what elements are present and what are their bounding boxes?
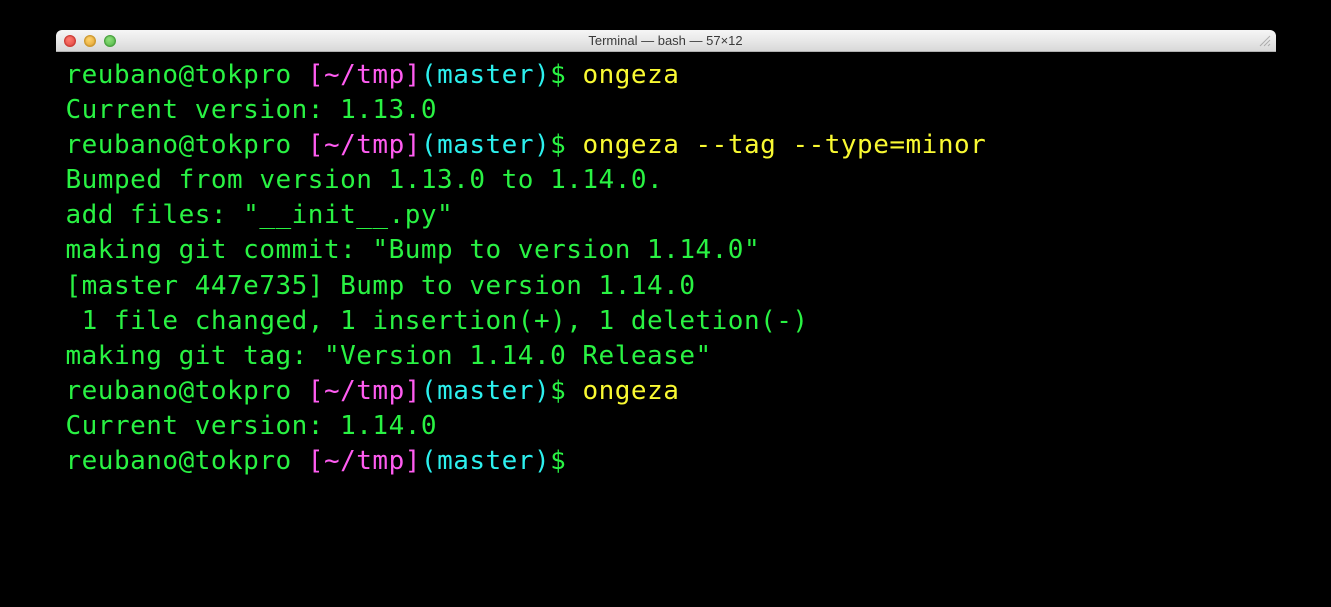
prompt-branch: master — [437, 376, 534, 406]
terminal-line: reubano@tokpro [~/tmp](master)$ — [66, 444, 1266, 479]
window-title: Terminal — bash — 57×12 — [56, 33, 1276, 48]
prompt-branch-close: ) — [534, 446, 550, 476]
prompt-bracket-open: [ — [292, 446, 324, 476]
prompt-bracket-open: [ — [292, 376, 324, 406]
traffic-lights — [64, 35, 116, 47]
close-icon[interactable] — [64, 35, 76, 47]
prompt-user-host: reubano@tokpro — [66, 376, 292, 406]
prompt-branch: master — [437, 446, 534, 476]
output-line: [master 447e735] Bump to version 1.14.0 — [66, 269, 1266, 304]
output-line: add files: "__init__.py" — [66, 198, 1266, 233]
prompt-dollar: $ — [550, 130, 582, 160]
prompt-branch: master — [437, 60, 534, 90]
prompt-bracket-open: [ — [292, 130, 324, 160]
prompt-dollar: $ — [550, 60, 582, 90]
prompt-branch-open: ( — [421, 130, 437, 160]
prompt-branch-close: ) — [534, 376, 550, 406]
output-line: making git commit: "Bump to version 1.14… — [66, 233, 1266, 268]
prompt-path: ~/tmp — [324, 60, 405, 90]
output-line: making git tag: "Version 1.14.0 Release" — [66, 339, 1266, 374]
prompt-branch: master — [437, 130, 534, 160]
terminal-body[interactable]: reubano@tokpro [~/tmp](master)$ ongezaCu… — [56, 52, 1276, 509]
prompt-bracket-close: ] — [405, 446, 421, 476]
prompt-branch-close: ) — [534, 130, 550, 160]
prompt-bracket-close: ] — [405, 60, 421, 90]
terminal-line: reubano@tokpro [~/tmp](master)$ ongeza — [66, 374, 1266, 409]
terminal-line: reubano@tokpro [~/tmp](master)$ ongeza -… — [66, 128, 1266, 163]
prompt-branch-open: ( — [421, 376, 437, 406]
prompt-path: ~/tmp — [324, 446, 405, 476]
terminal-line: reubano@tokpro [~/tmp](master)$ ongeza — [66, 58, 1266, 93]
command-text: ongeza — [582, 60, 679, 90]
output-line: Bumped from version 1.13.0 to 1.14.0. — [66, 163, 1266, 198]
output-line: 1 file changed, 1 insertion(+), 1 deleti… — [66, 304, 1266, 339]
prompt-branch-close: ) — [534, 60, 550, 90]
prompt-dollar: $ — [550, 376, 582, 406]
prompt-bracket-close: ] — [405, 376, 421, 406]
terminal-window: Terminal — bash — 57×12 reubano@tokpro [… — [56, 30, 1276, 509]
window-titlebar[interactable]: Terminal — bash — 57×12 — [56, 30, 1276, 52]
output-line: Current version: 1.13.0 — [66, 93, 1266, 128]
prompt-bracket-close: ] — [405, 130, 421, 160]
prompt-bracket-open: [ — [292, 60, 324, 90]
prompt-user-host: reubano@tokpro — [66, 446, 292, 476]
minimize-icon[interactable] — [84, 35, 96, 47]
command-text: ongeza — [582, 376, 679, 406]
prompt-branch-open: ( — [421, 446, 437, 476]
prompt-dollar: $ — [550, 446, 582, 476]
resize-icon[interactable] — [1258, 34, 1272, 48]
command-text: ongeza --tag --type=minor — [582, 130, 986, 160]
output-line: Current version: 1.14.0 — [66, 409, 1266, 444]
prompt-user-host: reubano@tokpro — [66, 60, 292, 90]
zoom-icon[interactable] — [104, 35, 116, 47]
prompt-branch-open: ( — [421, 60, 437, 90]
prompt-user-host: reubano@tokpro — [66, 130, 292, 160]
prompt-path: ~/tmp — [324, 130, 405, 160]
prompt-path: ~/tmp — [324, 376, 405, 406]
